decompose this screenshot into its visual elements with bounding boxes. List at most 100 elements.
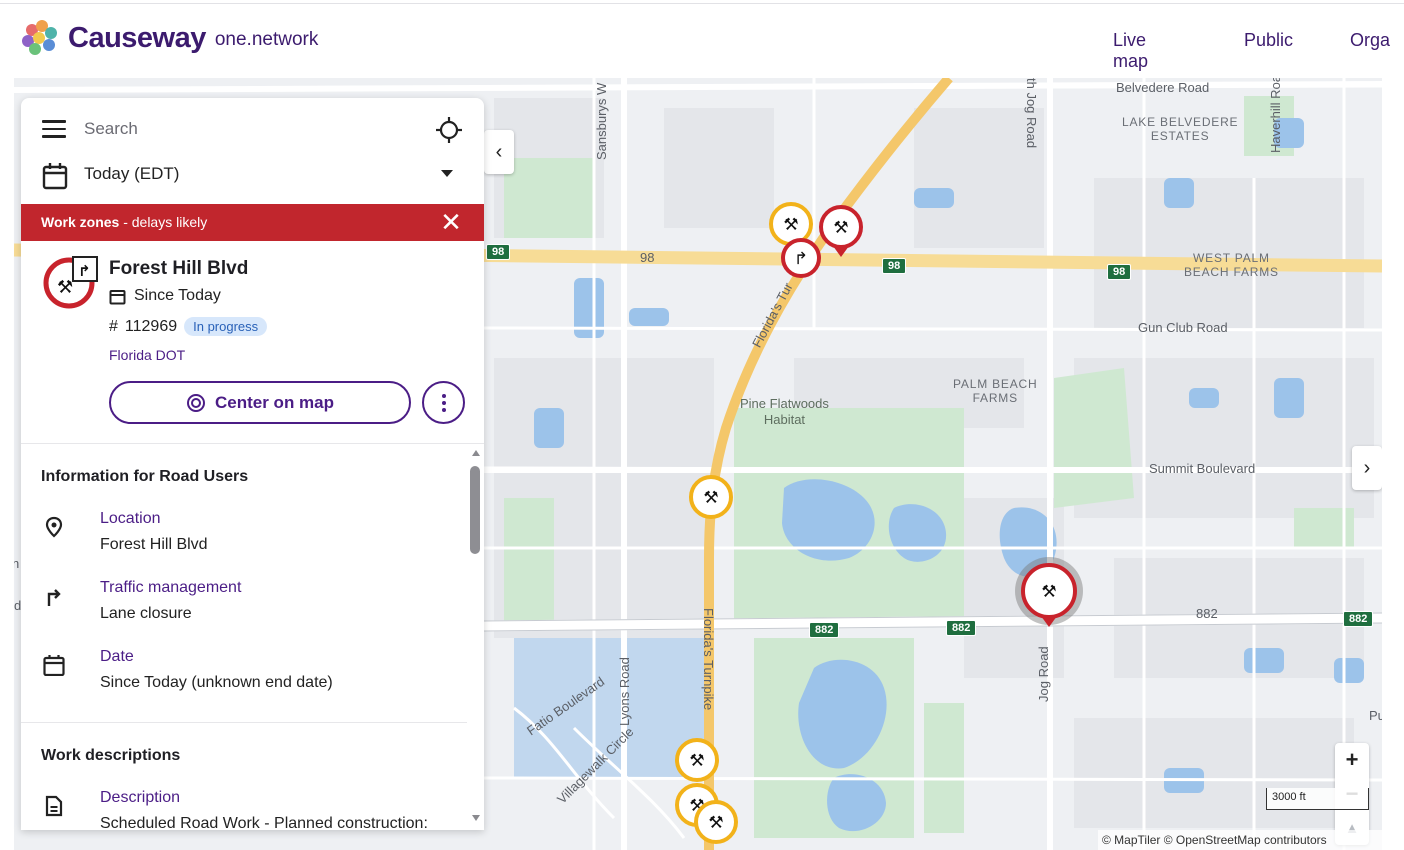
lane-closure-marker[interactable]: ↱ [781, 238, 821, 278]
lane-closure-icon: ⚒ [1041, 581, 1057, 601]
route-shield-98: 98 [882, 258, 907, 274]
marker-pointer [833, 246, 849, 257]
map-label-98: 98 [640, 250, 655, 265]
route-shield-98: 98 [486, 244, 511, 260]
alert-message: - delays likely [119, 214, 208, 230]
roadworker-icon: ⚒ [689, 750, 705, 770]
scroll-up-arrow-icon[interactable] [472, 450, 480, 456]
roadwork-closure-marker[interactable]: ⚒ [819, 205, 863, 249]
hamburger-menu-icon[interactable] [42, 120, 66, 138]
scroll-down-arrow-icon[interactable] [472, 815, 480, 821]
map-label-pine-line2: Habitat [763, 412, 806, 427]
event-id: 112969 [124, 317, 178, 335]
map-label-haverhill-road: Haverhill Road [1268, 78, 1283, 153]
route-shield-882: 882 [946, 620, 977, 636]
map-label-gun-club-road: Gun Club Road [1138, 320, 1228, 335]
info-description-value: Scheduled Road Work - Planned constructi… [100, 815, 428, 830]
map-label-jog-road-north: th Jog Road [1024, 78, 1039, 149]
collapse-panel-button[interactable]: ‹ [484, 130, 514, 174]
event-since: Since Today [109, 287, 221, 305]
info-date-label: Date [100, 648, 134, 665]
roadwork-marker[interactable]: ⚒ [694, 800, 738, 844]
roadworker-icon: ⚒ [708, 812, 724, 832]
event-organisation[interactable]: Florida DOT [109, 347, 185, 363]
chevron-down-icon [441, 170, 453, 177]
map-label-lyons-road: Lyons Road [617, 657, 632, 726]
roadwork-marker[interactable]: ⚒ [675, 738, 719, 782]
center-on-map-button[interactable]: Center on map [109, 381, 411, 424]
info-traffic-label: Traffic management [100, 579, 242, 596]
route-shield-98: 98 [1107, 264, 1132, 280]
alert-title: Work zones [41, 214, 120, 230]
route-shield-882: 882 [809, 622, 840, 638]
map-label-pine-flatwoods: Pine Flatwoods Habitat [740, 396, 829, 428]
work-zones-alert: Work zones - delays likely ✕ [21, 204, 484, 241]
lane-closure-icon: ↱ [793, 248, 809, 268]
brand-subtitle: one.network [214, 29, 319, 50]
crosshair-icon[interactable] [435, 116, 463, 144]
date-filter-select[interactable]: Today (EDT) [21, 158, 484, 204]
hash-icon: # [109, 317, 118, 335]
map-label-882: 882 [1196, 606, 1218, 621]
nav-public[interactable]: Public [1244, 30, 1293, 57]
calendar-icon [109, 289, 126, 304]
nav-organisations[interactable]: Orga [1350, 30, 1390, 57]
info-traffic-value: Lane closure [100, 605, 192, 622]
map-attribution: © MapTiler © OpenStreetMap contributors [1098, 830, 1382, 850]
map-label-west-palm-line2: BEACH FARMS [1184, 265, 1279, 279]
map-label-palm-beach-farms: PALM BEACH FARMS [953, 377, 1037, 405]
roadworker-icon: ⚒ [703, 487, 719, 507]
info-location-label: Location [100, 510, 161, 527]
calendar-icon [42, 163, 68, 190]
map-label-turnpike-south: Florida's Turnpike [701, 608, 716, 711]
brand-name: Causeway [68, 21, 206, 54]
expand-panel-button[interactable]: › [1352, 446, 1382, 490]
map-label-pine-line1: Pine Flatwoods [740, 396, 829, 411]
search-bar [21, 98, 484, 158]
chevron-right-icon: › [1363, 456, 1371, 479]
side-panel: Today (EDT) Work zones - delays likely ✕… [21, 98, 484, 830]
lane-closure-event-icon: ⚒ ↱ [43, 256, 98, 309]
map-label-palm-beach-line2: FARMS [972, 391, 1018, 405]
center-on-map-label: Center on map [214, 392, 335, 412]
event-since-text: Since Today [134, 287, 221, 304]
section-title-road-users: Information for Road Users [41, 468, 249, 485]
map-label-edge-n: n [14, 556, 20, 571]
info-description-label: Description [100, 789, 181, 806]
causeway-logo[interactable]: Causeway one.network [20, 20, 318, 56]
date-filter-label: Today (EDT) [84, 164, 180, 183]
close-icon[interactable]: ✕ [439, 208, 463, 236]
map-label-lake-belvedere-line2: ESTATES [1150, 129, 1210, 143]
roadwork-marker[interactable]: ⚒ [689, 475, 733, 519]
search-input[interactable] [84, 116, 414, 142]
turn-right-icon [47, 589, 61, 606]
scrollbar-thumb[interactable] [470, 466, 480, 554]
map-label-belvedere-road: Belvedere Road [1116, 80, 1210, 95]
selected-event-marker[interactable]: ⚒ [1021, 563, 1077, 619]
alert-text: Work zones - delays likely [41, 214, 207, 230]
chevron-left-icon: ‹ [495, 140, 503, 163]
section-title-work-descriptions: Work descriptions [41, 747, 181, 764]
panel-scrollbar[interactable] [467, 450, 484, 824]
map-label-summit-boulevard: Summit Boulevard [1149, 461, 1256, 476]
map-label-edge-pu: Pu [1369, 708, 1382, 723]
section-divider [21, 722, 467, 723]
target-icon [186, 393, 205, 412]
document-icon [45, 795, 63, 817]
more-vertical-icon [441, 393, 446, 398]
svg-text:⚒: ⚒ [57, 277, 73, 298]
location-pin-icon [45, 516, 63, 538]
nav-live-map[interactable]: Live map [1113, 30, 1149, 80]
info-date-value: Since Today (unknown end date) [100, 674, 333, 691]
map-label-lake-belvedere-line1: LAKE BELVEDERE [1122, 115, 1239, 129]
status-badge: In progress [184, 317, 268, 336]
more-options-button[interactable] [422, 381, 465, 424]
zoom-in-button[interactable]: + [1335, 743, 1369, 777]
map-label-west-palm-line1: WEST PALM [1193, 251, 1270, 265]
map-label-west-palm-beach-farms: WEST PALM BEACH FARMS [1184, 251, 1279, 279]
event-info-scroll[interactable]: Information for Road Users Location Fore… [21, 444, 467, 830]
map-label-sansburys-way: Sansburys W [594, 82, 609, 160]
svg-text:↱: ↱ [78, 262, 91, 280]
marker-pointer [1041, 616, 1057, 627]
app-header: Causeway one.network Live map Public Org… [0, 4, 1404, 80]
